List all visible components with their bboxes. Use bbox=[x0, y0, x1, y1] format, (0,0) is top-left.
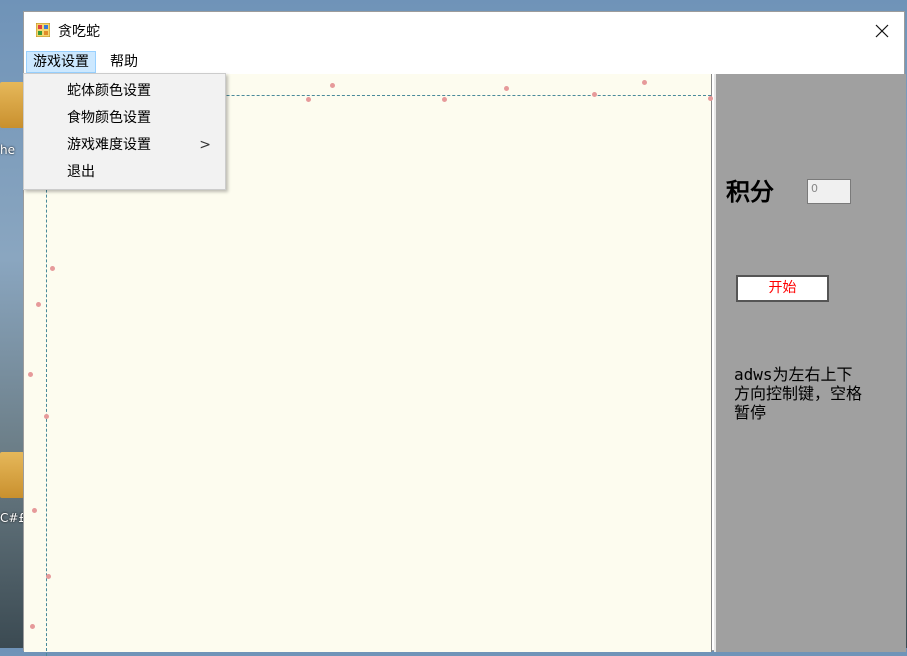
menu-bar: 游戏设置 帮助 bbox=[24, 50, 904, 74]
background-dot bbox=[442, 97, 447, 102]
menu-snake-color[interactable]: 蛇体颜色设置 bbox=[24, 78, 225, 104]
menu-difficulty[interactable]: 游戏难度设置 > bbox=[24, 132, 225, 158]
background-dot bbox=[708, 96, 713, 101]
background-dot bbox=[28, 372, 33, 377]
background-dot bbox=[592, 92, 597, 97]
background-dot bbox=[306, 97, 311, 102]
desktop-folder-icon[interactable] bbox=[0, 82, 24, 128]
background-dot bbox=[504, 86, 509, 91]
background-dot bbox=[36, 302, 41, 307]
desktop-folder-icon[interactable] bbox=[0, 452, 24, 498]
menu-help[interactable]: 帮助 bbox=[104, 51, 144, 73]
background-dot bbox=[30, 624, 35, 629]
close-icon bbox=[875, 24, 889, 38]
menu-exit-label: 退出 bbox=[67, 164, 95, 180]
desktop-label: he bbox=[0, 143, 15, 157]
close-button[interactable] bbox=[860, 12, 904, 50]
background-dot bbox=[50, 266, 55, 271]
background-dot bbox=[32, 508, 37, 513]
score-label: 积分 bbox=[726, 177, 774, 206]
controls-hint: adws为左右上下方向控制键，空格暂停 bbox=[734, 365, 863, 422]
menu-snake-color-label: 蛇体颜色设置 bbox=[67, 83, 151, 99]
app-icon bbox=[36, 23, 50, 37]
background-dot bbox=[46, 574, 51, 579]
side-panel: 积分 0 开始 adws为左右上下方向控制键，空格暂停 bbox=[714, 74, 906, 652]
menu-food-color-label: 食物颜色设置 bbox=[67, 110, 151, 126]
menu-food-color[interactable]: 食物颜色设置 bbox=[24, 105, 225, 131]
background-dot bbox=[44, 414, 49, 419]
menu-exit[interactable]: 退出 bbox=[24, 159, 225, 185]
background-dot bbox=[642, 80, 647, 85]
submenu-arrow-icon: > bbox=[199, 137, 211, 153]
game-settings-dropdown: 蛇体颜色设置 食物颜色设置 游戏难度设置 > 退出 bbox=[23, 73, 226, 190]
score-field: 0 bbox=[807, 179, 851, 204]
window-title: 贪吃蛇 bbox=[58, 24, 100, 40]
start-button[interactable]: 开始 bbox=[736, 275, 829, 302]
menu-difficulty-label: 游戏难度设置 bbox=[67, 137, 151, 153]
title-bar[interactable]: 贪吃蛇 bbox=[24, 12, 904, 50]
menu-game-settings[interactable]: 游戏设置 bbox=[26, 51, 96, 73]
background-dot bbox=[330, 83, 335, 88]
